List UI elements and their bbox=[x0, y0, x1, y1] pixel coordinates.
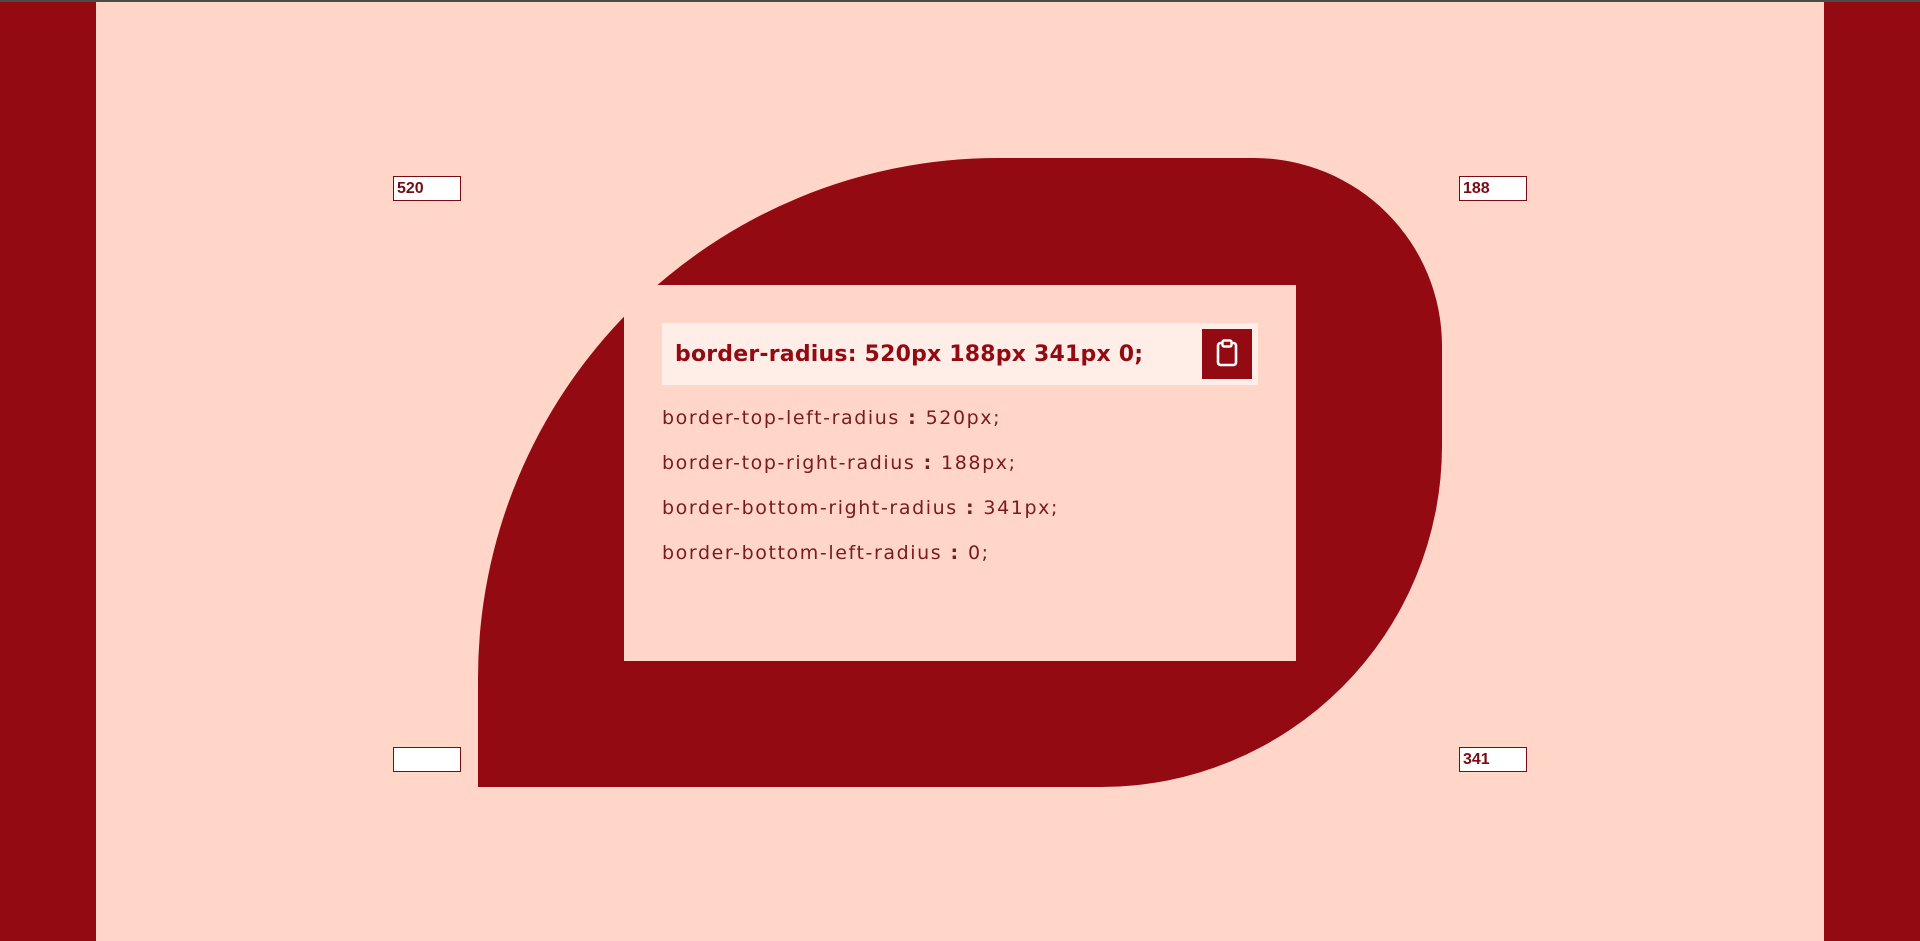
property-separator: : bbox=[957, 497, 984, 519]
property-separator: : bbox=[942, 542, 968, 564]
css-code-text: border-radius: 520px 188px 341px 0; bbox=[675, 341, 1144, 367]
bottom-left-radius-input[interactable] bbox=[393, 747, 461, 772]
property-separator: : bbox=[915, 452, 942, 474]
clipboard-icon bbox=[1215, 338, 1239, 370]
property-value: 341px; bbox=[983, 497, 1059, 519]
property-name: border-top-left-radius bbox=[662, 407, 900, 429]
property-list: border-top-left-radius : 520px; border-t… bbox=[662, 407, 1258, 587]
property-name: border-bottom-left-radius bbox=[662, 542, 943, 564]
bottom-right-radius-input[interactable] bbox=[1459, 747, 1527, 772]
property-name: border-top-right-radius bbox=[662, 452, 916, 474]
property-line-bottom-left: border-bottom-left-radius : 0; bbox=[662, 542, 1258, 587]
css-output-card: border-radius: 520px 188px 341px 0; bord… bbox=[624, 285, 1296, 661]
top-left-radius-input[interactable] bbox=[393, 176, 461, 201]
property-line-top-right: border-top-right-radius : 188px; bbox=[662, 452, 1258, 497]
top-right-radius-input[interactable] bbox=[1459, 176, 1527, 201]
copy-button[interactable] bbox=[1202, 329, 1252, 379]
property-value: 520px; bbox=[925, 407, 1002, 429]
property-name: border-bottom-right-radius bbox=[662, 497, 958, 519]
css-code-box: border-radius: 520px 188px 341px 0; bbox=[662, 323, 1258, 385]
property-value: 0; bbox=[967, 542, 990, 564]
property-line-bottom-right: border-bottom-right-radius : 341px; bbox=[662, 497, 1258, 542]
property-separator: : bbox=[899, 407, 926, 429]
property-value: 188px; bbox=[941, 452, 1017, 474]
property-line-top-left: border-top-left-radius : 520px; bbox=[662, 407, 1258, 452]
